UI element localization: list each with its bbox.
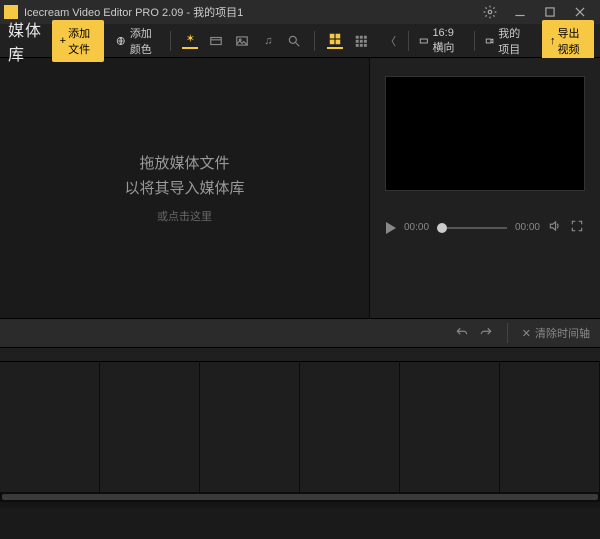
add-color-button[interactable]: 添加颜色 <box>110 20 165 62</box>
aspect-icon <box>419 34 429 48</box>
export-button[interactable]: ↑导出视频 <box>542 20 594 62</box>
view-large-icon[interactable] <box>327 33 343 49</box>
collapse-icon[interactable]: 〈 <box>385 33 396 49</box>
filter-all-icon[interactable]: ✶ <box>182 33 198 49</box>
maximize-icon[interactable] <box>542 4 558 20</box>
filter-image-icon[interactable] <box>234 33 250 49</box>
aspect-ratio-button[interactable]: 16:9 横向 <box>413 22 470 60</box>
preview-canvas[interactable] <box>385 76 585 191</box>
transport-bar: 00:00 00:00 <box>384 219 586 236</box>
fullscreen-icon[interactable] <box>570 219 584 236</box>
volume-icon[interactable] <box>548 219 562 236</box>
drop-text-1: 拖放媒体文件 <box>139 152 229 173</box>
view-small-icon[interactable] <box>353 33 369 49</box>
timeline-scrollbar[interactable] <box>0 492 600 502</box>
time-total: 00:00 <box>515 222 540 233</box>
time-current: 00:00 <box>404 222 429 233</box>
scroll-thumb[interactable] <box>2 494 598 500</box>
timeline-toolbar: ✕清除时间轴 <box>0 318 600 348</box>
media-drop-zone[interactable]: 拖放媒体文件 以将其导入媒体库 或点击这里 <box>0 58 370 318</box>
timeline <box>0 348 600 508</box>
add-file-button[interactable]: +添加文件 <box>52 20 105 62</box>
scrub-bar[interactable] <box>437 227 507 229</box>
my-projects-button[interactable]: 我的项目 <box>479 20 534 62</box>
filter-audio-icon[interactable]: ♫ <box>260 33 276 49</box>
filter-video-icon[interactable] <box>208 33 224 49</box>
close-icon[interactable] <box>572 4 588 20</box>
drop-text-2: 以将其导入媒体库 <box>124 177 244 198</box>
search-icon[interactable] <box>286 33 302 49</box>
main-toolbar: 媒体库 +添加文件 添加颜色 ✶ ♫ 〈 16:9 横向 我的项目 ↑导出视频 <box>0 24 600 58</box>
minimize-icon[interactable] <box>512 4 528 20</box>
window-title: Icecream Video Editor PRO 2.09 - 我的项目1 <box>24 4 482 20</box>
clear-timeline-button[interactable]: ✕清除时间轴 <box>522 325 590 341</box>
scrub-head[interactable] <box>437 223 447 233</box>
export-icon: ↑ <box>550 35 556 47</box>
play-button[interactable] <box>386 222 396 234</box>
projects-icon <box>485 34 495 48</box>
undo-button[interactable] <box>455 326 469 340</box>
preview-panel: 00:00 00:00 <box>370 58 600 318</box>
close-icon: ✕ <box>522 327 531 340</box>
timeline-tracks[interactable] <box>0 362 600 492</box>
redo-button[interactable] <box>479 326 493 340</box>
timeline-ruler[interactable] <box>0 348 600 362</box>
settings-icon[interactable] <box>482 4 498 20</box>
drop-sub: 或点击这里 <box>157 208 212 224</box>
plus-icon: + <box>60 35 66 47</box>
globe-icon <box>116 34 126 48</box>
